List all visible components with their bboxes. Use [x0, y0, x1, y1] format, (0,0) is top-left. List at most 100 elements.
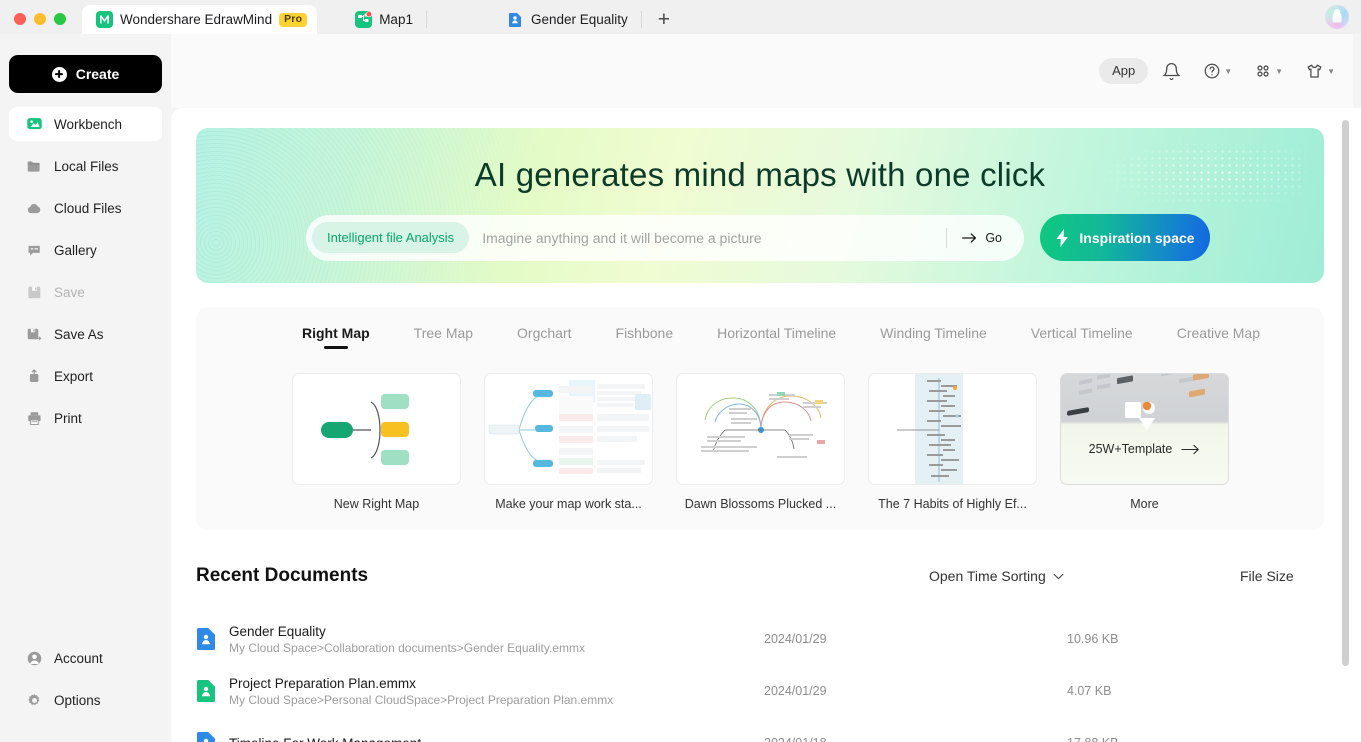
scroll-area: AI generates mind maps with one click In…: [171, 108, 1361, 742]
sidebar-item-save-as[interactable]: Save As: [9, 317, 162, 351]
fishbone-preview-icon: [677, 374, 844, 484]
tab-label: Gender Equality: [530, 12, 628, 27]
sidebar-item-label: Local Files: [54, 158, 119, 174]
intelligent-file-analysis-chip[interactable]: Intelligent file Analysis: [312, 222, 470, 253]
notification-bell-icon[interactable]: [1154, 58, 1189, 85]
sidebar-item-account[interactable]: Account: [9, 641, 162, 675]
theme-shirt-icon[interactable]: ▼: [1297, 58, 1343, 85]
main-content: AI generates mind maps with one click In…: [171, 108, 1361, 742]
document-name: Project Preparation Plan.emmx: [229, 675, 416, 691]
template-thumbnail-more[interactable]: 25W+Template: [1060, 373, 1229, 485]
create-button[interactable]: Create: [9, 55, 162, 93]
right-map-preview-icon: [321, 394, 409, 465]
table-row[interactable]: Gender Equality My Cloud Space>Collabora…: [196, 613, 1324, 665]
template-thumbnail[interactable]: [676, 373, 845, 485]
banner-title: AI generates mind maps with one click: [474, 156, 1046, 193]
scrollbar-thumb[interactable]: [1342, 120, 1349, 666]
inspiration-space-label: Inspiration space: [1079, 229, 1195, 246]
sidebar-item-print[interactable]: Print: [9, 401, 162, 435]
ai-search-box[interactable]: Intelligent file Analysis Go: [306, 214, 1024, 261]
template-thumbnail[interactable]: [868, 373, 1037, 485]
document-size: 10.96 KB: [1067, 632, 1119, 646]
sidebar-item-label: Print: [54, 410, 82, 426]
tab-gender-equality[interactable]: Gender Equality: [493, 5, 642, 34]
tab-right-map[interactable]: Right Map: [280, 325, 392, 347]
template-card-label: More: [1130, 497, 1159, 511]
recent-documents-header: Recent Documents Open Time Sorting File …: [196, 561, 1324, 591]
sort-dropdown[interactable]: Open Time Sorting: [929, 568, 1064, 584]
sidebar-item-local-files[interactable]: Local Files: [9, 149, 162, 183]
template-card-dawn-blossoms[interactable]: Dawn Blossoms Plucked ...: [676, 373, 845, 511]
avatar[interactable]: [1325, 5, 1349, 29]
folder-icon: [26, 158, 43, 175]
gallery-icon: [26, 242, 43, 259]
tab-creative-map[interactable]: Creative Map: [1155, 325, 1282, 347]
tab-winding-timeline[interactable]: Winding Timeline: [858, 325, 1009, 347]
sidebar-item-save[interactable]: Save: [9, 275, 162, 309]
tab-horizontal-timeline[interactable]: Horizontal Timeline: [695, 325, 858, 347]
sidebar-item-cloud-files[interactable]: Cloud Files: [9, 191, 162, 225]
document-size: 4.07 KB: [1067, 684, 1112, 698]
mindmap-preview-icon: [485, 374, 652, 484]
document-path: My Cloud Space>Personal CloudSpace>Proje…: [229, 692, 614, 707]
sidebar-item-options[interactable]: Options: [9, 683, 162, 717]
document-size: 17.88 KB: [1067, 736, 1118, 742]
ai-prompt-input[interactable]: [469, 229, 943, 246]
template-card-new-right-map[interactable]: New Right Map: [292, 373, 461, 511]
go-button[interactable]: Go: [961, 231, 1018, 245]
tab-wondershare-edrawmind[interactable]: Wondershare EdrawMind Pro: [82, 5, 318, 34]
table-row[interactable]: Timeline For Work Management 2024/01/18 …: [196, 717, 1324, 742]
template-thumbnail[interactable]: [292, 373, 461, 485]
tab-orgchart[interactable]: Orgchart: [495, 325, 593, 347]
save-icon: [26, 284, 43, 301]
app-switch-button[interactable]: App: [1099, 58, 1149, 84]
template-card-label: Dawn Blossoms Plucked ...: [684, 497, 837, 511]
document-icon: [196, 627, 216, 651]
tab-label: Map1: [379, 12, 413, 27]
minimize-window-button[interactable]: [34, 13, 46, 25]
template-card-label: The 7 Habits of Highly Ef...: [878, 497, 1027, 511]
page-title: Recent Documents: [196, 565, 369, 586]
ai-search-row: Intelligent file Analysis Go Inspiration…: [306, 214, 1210, 261]
template-card-label: Make your map work sta...: [495, 497, 642, 511]
template-card-more[interactable]: 25W+Template More: [1060, 373, 1229, 511]
document-texts: Gender Equality My Cloud Space>Collabora…: [229, 624, 585, 655]
help-circle-icon[interactable]: ▼: [1195, 58, 1240, 84]
content-scrollbar[interactable]: [1339, 108, 1353, 742]
document-date: 2024/01/29: [764, 632, 827, 646]
chevron-down-icon: [1053, 573, 1064, 579]
plus-circle-icon: [51, 66, 67, 82]
template-card-7-habits[interactable]: The 7 Habits of Highly Ef...: [868, 373, 1037, 511]
tab-vertical-timeline[interactable]: Vertical Timeline: [1009, 325, 1155, 347]
sidebar-item-export[interactable]: Export: [9, 359, 162, 393]
chevron-down-icon: ▼: [1327, 67, 1335, 76]
table-row[interactable]: Project Preparation Plan.emmx My Cloud S…: [196, 665, 1324, 717]
template-card-make-your-map-work[interactable]: Make your map work sta...: [484, 373, 653, 511]
inspiration-space-button[interactable]: Inspiration space: [1040, 214, 1210, 261]
tab-tree-map[interactable]: Tree Map: [392, 325, 495, 347]
tab-fishbone[interactable]: Fishbone: [594, 325, 696, 347]
document-texts: Timeline For Work Management: [229, 736, 421, 742]
lightning-bolt-icon: [1056, 228, 1069, 247]
new-tab-button[interactable]: +: [642, 9, 686, 30]
chevron-down-icon: ▼: [1224, 67, 1233, 76]
save-as-icon: [26, 326, 43, 343]
template-thumbnail[interactable]: [484, 373, 653, 485]
account-icon: [26, 650, 43, 667]
close-window-button[interactable]: [14, 13, 26, 25]
cloud-icon: [26, 200, 43, 217]
template-category-tabs: Right Map Tree Map Orgchart Fishbone Hor…: [196, 325, 1324, 347]
sidebar-item-label: Account: [54, 650, 103, 666]
document-icon: [196, 731, 216, 742]
sidebar-item-label: Cloud Files: [54, 200, 122, 216]
tab-map1[interactable]: Map1: [341, 5, 427, 34]
maximize-window-button[interactable]: [54, 13, 66, 25]
sidebar-item-workbench[interactable]: Workbench: [9, 107, 162, 141]
apps-grid-icon[interactable]: ▼: [1246, 58, 1291, 84]
sidebar-item-gallery[interactable]: Gallery: [9, 233, 162, 267]
template-cards: New Right Map Make your map work sta... …: [196, 347, 1324, 511]
window-traffic-lights: [0, 13, 80, 34]
arrow-right-icon: [962, 232, 977, 243]
go-divider: [946, 227, 948, 248]
mindmap-doc-icon: [355, 11, 373, 28]
